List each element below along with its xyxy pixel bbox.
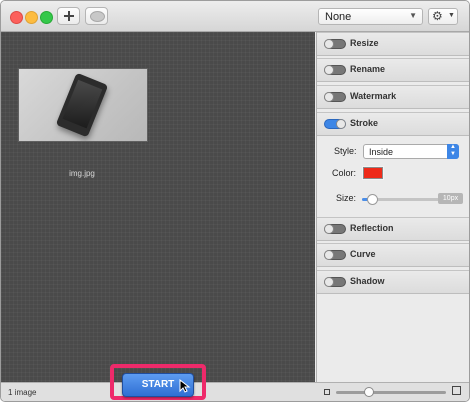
status-bar: 1 image: [1, 382, 469, 401]
stroke-options: Style: Inside ▲ ▼ Color: Size: 10px: [317, 137, 469, 213]
section-label: Resize: [350, 38, 379, 48]
color-label: Color:: [332, 168, 357, 178]
section-watermark[interactable]: Watermark: [317, 85, 469, 109]
preset-select[interactable]: None ▼: [318, 8, 423, 25]
section-curve[interactable]: Curve: [317, 243, 469, 267]
stroke-style-select[interactable]: Inside ▲ ▼: [363, 144, 459, 159]
preview-button[interactable]: [85, 7, 108, 25]
updown-arrows-icon: ▲ ▼: [447, 144, 459, 159]
zoom-out-icon[interactable]: [324, 389, 330, 395]
stroke-style-value: Inside: [369, 147, 394, 157]
stroke-color-well[interactable]: [362, 166, 384, 180]
section-label: Curve: [350, 249, 376, 259]
image-filename: img.jpg: [69, 169, 95, 178]
section-label: Watermark: [350, 91, 397, 101]
close-window-button[interactable]: [10, 11, 23, 24]
section-shadow[interactable]: Shadow: [317, 270, 469, 294]
slider-knob[interactable]: [364, 387, 374, 397]
dropdown-arrow-icon: ▼: [409, 11, 417, 20]
stroke-toggle[interactable]: [324, 119, 346, 129]
dropdown-arrow-icon: ▼: [448, 12, 455, 19]
rename-toggle[interactable]: [324, 65, 346, 75]
watermark-toggle[interactable]: [324, 92, 346, 102]
style-label: Style:: [334, 146, 357, 156]
section-reflection[interactable]: Reflection: [317, 217, 469, 241]
image-canvas[interactable]: img.jpg: [1, 32, 315, 382]
reflection-toggle[interactable]: [324, 224, 346, 234]
zoom-in-icon[interactable]: [452, 386, 461, 395]
shadow-toggle[interactable]: [324, 277, 346, 287]
titlebar: None ▼ ⚙ ▼: [1, 1, 469, 32]
section-rename[interactable]: Rename: [317, 58, 469, 82]
section-label: Reflection: [350, 223, 394, 233]
preset-value: None: [325, 11, 352, 23]
stroke-size-slider[interactable]: [362, 194, 448, 205]
phone-photo: [55, 72, 109, 138]
resize-toggle[interactable]: [324, 39, 346, 49]
size-label: Size:: [336, 193, 357, 203]
section-label: Stroke: [350, 118, 379, 128]
section-label: Shadow: [350, 276, 385, 286]
eye-icon: [90, 11, 105, 22]
gear-icon: ⚙: [432, 9, 443, 23]
curve-toggle[interactable]: [324, 250, 346, 260]
app-window: None ▼ ⚙ ▼ img.jpg Resize Rename Waterma…: [0, 0, 470, 402]
settings-menu-button[interactable]: ⚙ ▼: [428, 8, 458, 25]
section-resize[interactable]: Resize: [317, 32, 469, 56]
mouse-cursor-icon: [179, 379, 191, 393]
thumbnail-zoom-slider[interactable]: [336, 387, 446, 397]
image-count: 1 image: [8, 388, 37, 397]
slider-knob[interactable]: [367, 194, 378, 205]
section-stroke[interactable]: Stroke: [317, 112, 469, 136]
actions-sidebar: Resize Rename Watermark Stroke Style: In…: [316, 32, 469, 382]
section-label: Rename: [350, 64, 386, 74]
stroke-size-value: 10px: [438, 193, 463, 204]
minimize-window-button[interactable]: [25, 11, 38, 24]
image-thumbnail[interactable]: [18, 68, 148, 142]
add-images-button[interactable]: [57, 7, 80, 25]
zoom-window-button[interactable]: [40, 11, 53, 24]
